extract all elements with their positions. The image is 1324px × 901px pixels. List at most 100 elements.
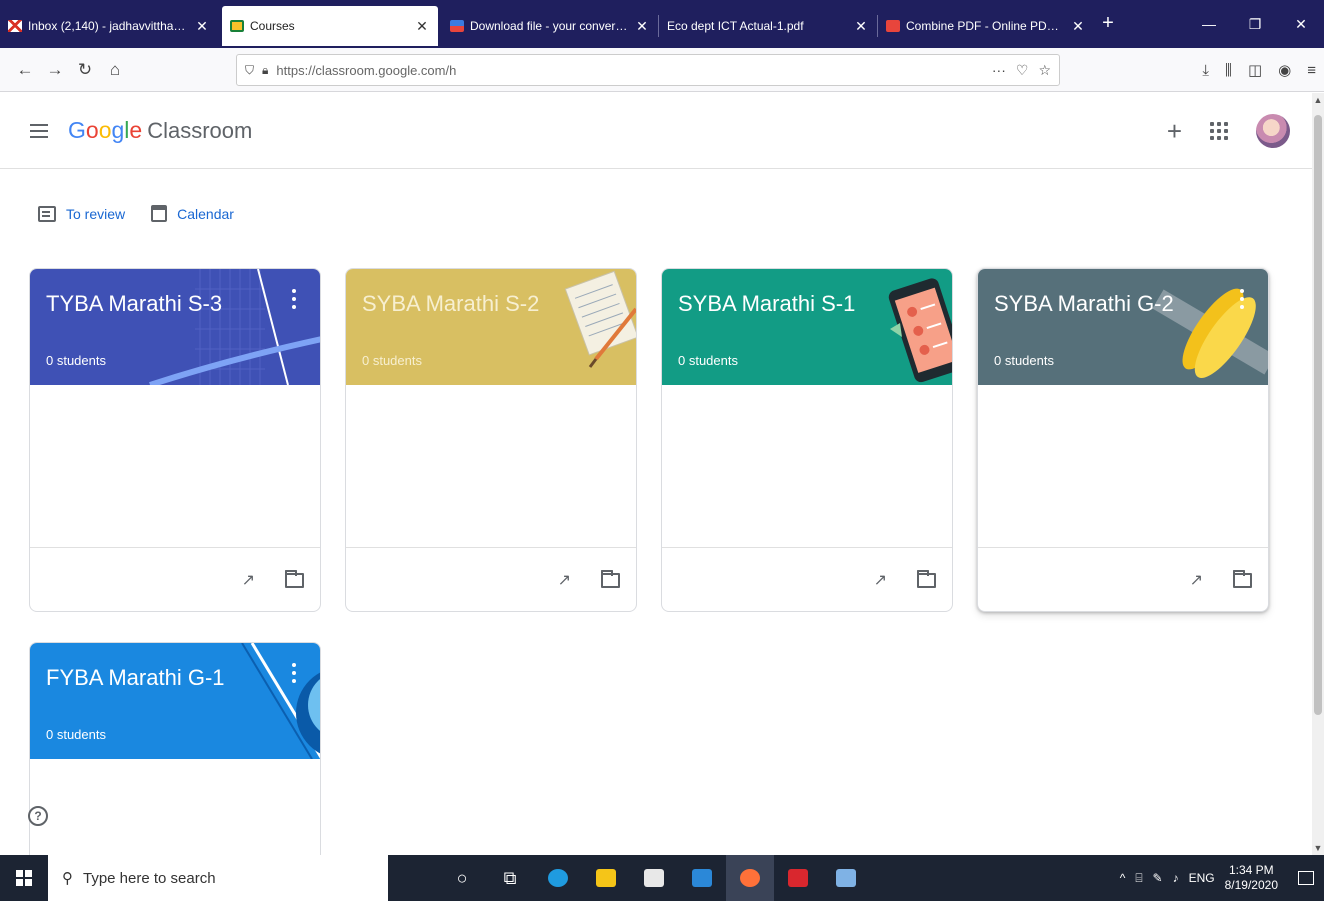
- close-icon[interactable]: ✕: [1070, 18, 1086, 35]
- trending-up-icon[interactable]: ↗: [1190, 570, 1203, 590]
- close-window-icon[interactable]: ✕: [1278, 0, 1324, 48]
- account-icon[interactable]: ◉: [1278, 61, 1291, 79]
- tab-download[interactable]: Download file - your conversio ✕: [442, 6, 658, 46]
- trending-up-icon[interactable]: ↗: [242, 570, 255, 590]
- card-body: [30, 385, 320, 547]
- classroom-logo[interactable]: Google Classroom: [68, 117, 252, 144]
- main-menu-icon[interactable]: [30, 123, 48, 138]
- course-title[interactable]: SYBA Marathi S-2: [362, 291, 539, 317]
- library-icon[interactable]: ⫼: [1225, 62, 1232, 79]
- close-icon[interactable]: ✕: [414, 18, 430, 35]
- close-icon[interactable]: ✕: [853, 18, 869, 35]
- file-explorer-icon[interactable]: [582, 855, 630, 901]
- mail-icon[interactable]: [678, 855, 726, 901]
- back-icon[interactable]: ←: [10, 60, 40, 80]
- card-header[interactable]: SYBA Marathi S-1 0 students: [662, 269, 952, 385]
- folder-icon[interactable]: [917, 569, 936, 588]
- more-options-icon[interactable]: [1240, 289, 1244, 309]
- browser-tab-strip: Inbox (2,140) - jadhavvitthal50( ✕ Cours…: [0, 0, 1324, 48]
- card-header[interactable]: SYBA Marathi S-2 0 students: [346, 269, 636, 385]
- windows-start-button[interactable]: [0, 855, 48, 901]
- firefox-icon[interactable]: [726, 855, 774, 901]
- tab-eco-pdf[interactable]: Eco dept ICT Actual-1.pdf ✕: [659, 6, 877, 46]
- clock[interactable]: 1:34 PM 8/19/2020: [1225, 863, 1278, 893]
- downloads-icon[interactable]: ⤓: [1202, 62, 1209, 79]
- card-header[interactable]: SYBA Marathi G-2 0 students: [978, 269, 1268, 385]
- store-icon[interactable]: [630, 855, 678, 901]
- calendar-link[interactable]: Calendar: [151, 205, 234, 222]
- google-wordmark-letter: o: [98, 117, 112, 143]
- clock-date: 8/19/2020: [1224, 878, 1278, 892]
- menu-icon[interactable]: ≡: [1307, 62, 1316, 79]
- course-card[interactable]: SYBA Marathi S-2 0 students ↗: [345, 268, 637, 612]
- network-icon[interactable]: ⌸: [1135, 871, 1142, 886]
- course-card[interactable]: SYBA Marathi S-1 0 students ↗: [661, 268, 953, 612]
- url-bar[interactable]: ⛉ 🔒︎ https://classroom.google.com/h ··· …: [236, 54, 1060, 86]
- pen-icon[interactable]: ✎: [1153, 871, 1163, 885]
- new-tab-button[interactable]: +: [1094, 12, 1122, 35]
- folder-icon[interactable]: [601, 569, 620, 588]
- shield-icon[interactable]: ⛉: [245, 63, 254, 78]
- card-footer: ↗: [978, 547, 1268, 611]
- notepad-icon[interactable]: [822, 855, 870, 901]
- tab-combine-pdf[interactable]: Combine PDF - Online PDF Co ✕: [878, 6, 1094, 46]
- restore-icon[interactable]: ❐: [1232, 0, 1278, 48]
- scroll-down-icon[interactable]: ▼: [1312, 843, 1324, 853]
- show-hidden-icons-icon[interactable]: ^: [1120, 871, 1126, 885]
- taskbar-apps: ○ ⧉: [438, 855, 870, 901]
- course-title[interactable]: SYBA Marathi S-1: [678, 291, 855, 317]
- card-footer: ↗: [346, 547, 636, 611]
- download-icon: [450, 20, 464, 32]
- calendar-icon: [151, 205, 168, 222]
- pocket-icon[interactable]: ♡: [1016, 62, 1029, 79]
- classroom-header: Google Classroom +: [0, 93, 1312, 169]
- course-card[interactable]: FYBA Marathi G-1 0 students: [29, 642, 321, 872]
- notifications-icon[interactable]: [1298, 871, 1314, 885]
- more-options-icon[interactable]: [292, 289, 296, 309]
- student-count: 0 students: [994, 353, 1054, 368]
- course-title[interactable]: TYBA Marathi S-3: [46, 291, 222, 317]
- language-indicator[interactable]: ENG: [1189, 871, 1215, 885]
- bookmark-star-icon[interactable]: ☆: [1038, 62, 1051, 79]
- avatar[interactable]: [1256, 114, 1290, 148]
- trending-up-icon[interactable]: ↗: [874, 570, 887, 590]
- minimize-icon[interactable]: —: [1186, 0, 1232, 48]
- page-scrollbar[interactable]: ▲ ▼: [1312, 93, 1324, 855]
- page-actions-icon[interactable]: ···: [992, 62, 1006, 79]
- course-title[interactable]: SYBA Marathi G-2: [994, 291, 1174, 317]
- card-header[interactable]: FYBA Marathi G-1 0 students: [30, 643, 320, 759]
- close-icon[interactable]: ✕: [194, 18, 210, 35]
- more-options-icon[interactable]: [292, 663, 296, 683]
- home-icon[interactable]: ⌂: [100, 60, 130, 80]
- scroll-thumb[interactable]: [1314, 115, 1322, 715]
- course-title[interactable]: FYBA Marathi G-1: [46, 665, 225, 691]
- url-text: https://classroom.google.com/h: [276, 62, 457, 78]
- sidebar-icon[interactable]: ◫: [1248, 61, 1262, 79]
- forward-icon[interactable]: →: [40, 60, 70, 80]
- course-card[interactable]: TYBA Marathi S-3 0 students ↗: [29, 268, 321, 612]
- google-wordmark-letter: g: [111, 117, 125, 143]
- folder-icon[interactable]: [1233, 569, 1252, 588]
- taskbar-search-box[interactable]: ⚲ Type here to search: [48, 855, 388, 901]
- edge-icon[interactable]: [534, 855, 582, 901]
- trending-up-icon[interactable]: ↗: [558, 570, 571, 590]
- student-count: 0 students: [46, 353, 106, 368]
- scroll-up-icon[interactable]: ▲: [1312, 95, 1324, 105]
- card-header[interactable]: TYBA Marathi S-3 0 students: [30, 269, 320, 385]
- folder-icon[interactable]: [285, 569, 304, 588]
- task-view-icon[interactable]: ⧉: [486, 855, 534, 901]
- reload-icon[interactable]: ↻: [70, 60, 100, 80]
- volume-icon[interactable]: ♪: [1173, 871, 1179, 885]
- review-icon: [38, 205, 56, 222]
- help-icon[interactable]: ?: [28, 806, 48, 826]
- to-review-link[interactable]: To review: [38, 205, 125, 222]
- acrobat-icon[interactable]: [774, 855, 822, 901]
- course-card[interactable]: SYBA Marathi G-2 0 students ↗: [977, 268, 1269, 612]
- cortana-icon[interactable]: ○: [438, 855, 486, 901]
- close-icon[interactable]: ✕: [634, 18, 650, 35]
- tab-inbox[interactable]: Inbox (2,140) - jadhavvitthal50( ✕: [0, 6, 218, 46]
- lock-icon[interactable]: 🔒︎: [262, 63, 268, 78]
- google-apps-icon[interactable]: [1210, 122, 1228, 140]
- tab-courses[interactable]: Courses ✕: [222, 6, 438, 46]
- add-class-icon[interactable]: +: [1167, 116, 1182, 147]
